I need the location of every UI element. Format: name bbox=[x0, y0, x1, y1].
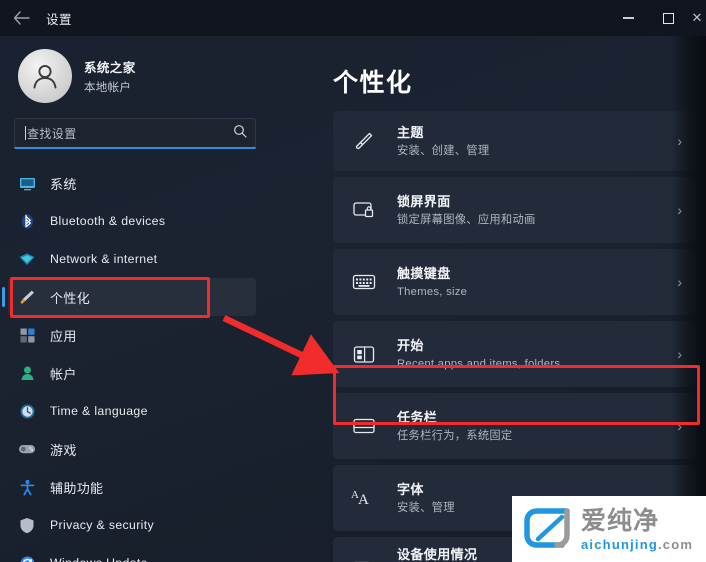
card-title: 主题 bbox=[397, 125, 424, 141]
sidebar-item-accounts[interactable]: 帐户 bbox=[8, 354, 256, 392]
card-title: 触摸键盘 bbox=[397, 266, 451, 282]
sidebar-item-bluetooth-devices[interactable]: Bluetooth & devices bbox=[8, 202, 256, 240]
card-text: 任务栏 任务栏行为，系统固定 bbox=[379, 407, 677, 444]
chevron-right-icon: › bbox=[677, 346, 682, 362]
search-input[interactable]: 查找设置 bbox=[14, 118, 256, 148]
card-subtitle: 任务栏行为，系统固定 bbox=[397, 430, 513, 443]
accessibility-icon bbox=[18, 478, 36, 496]
watermark-brand: 爱纯净 bbox=[581, 505, 660, 535]
bluetooth-icon bbox=[18, 212, 36, 230]
card-text: 锁屏界面 锁定屏幕图像、应用和动画 bbox=[379, 191, 677, 228]
sidebar-item-label: Privacy & security bbox=[50, 518, 155, 532]
watermark-domain: aichunjing.com bbox=[581, 538, 693, 551]
clock-icon bbox=[18, 402, 36, 420]
sidebar-item-label: 游戏 bbox=[50, 442, 77, 458]
maximize-button[interactable] bbox=[648, 0, 688, 36]
sidebar-item-personalization[interactable]: 个性化 bbox=[2, 278, 256, 316]
maximize-icon bbox=[662, 12, 674, 24]
user-avatar-icon bbox=[18, 49, 72, 103]
sidebar-item-gaming[interactable]: 游戏 bbox=[8, 430, 256, 468]
card-title: 开始 bbox=[397, 338, 424, 354]
sidebar-item-windows-update[interactable]: Windows Update bbox=[8, 544, 256, 562]
sidebar-item-label: Bluetooth & devices bbox=[50, 214, 166, 228]
card-subtitle: Recent apps and items, folders bbox=[397, 358, 561, 371]
account-icon bbox=[18, 364, 36, 382]
card-title: 任务栏 bbox=[397, 410, 438, 426]
aichunjing-logo-icon bbox=[520, 502, 574, 557]
close-button[interactable]: ✕ bbox=[688, 0, 706, 36]
page-title: 个性化 bbox=[333, 69, 413, 97]
apps-icon bbox=[18, 326, 36, 344]
chevron-right-icon: › bbox=[677, 133, 682, 149]
brush-icon bbox=[349, 130, 379, 152]
gamepad-icon bbox=[18, 440, 36, 458]
window-title: 设置 bbox=[46, 12, 73, 27]
search-container: 查找设置 bbox=[14, 118, 256, 149]
chevron-right-icon: › bbox=[677, 274, 682, 290]
profile-name: 系统之家 bbox=[84, 61, 136, 75]
shield-icon bbox=[18, 516, 36, 534]
settings-card-taskbar[interactable]: 任务栏 任务栏行为，系统固定 › bbox=[333, 393, 696, 459]
sidebar-item-label: 帐户 bbox=[50, 366, 77, 382]
sidebar-item-privacy-security[interactable]: Privacy & security bbox=[8, 506, 256, 544]
user-profile[interactable]: 系统之家 本地帐户 bbox=[0, 36, 270, 103]
back-arrow-icon[interactable] bbox=[0, 0, 42, 36]
settings-card-lockscreen[interactable]: 锁屏界面 锁定屏幕图像、应用和动画 › bbox=[333, 177, 696, 243]
card-subtitle: 锁定屏幕图像、应用和动画 bbox=[397, 214, 536, 227]
search-placeholder: 查找设置 bbox=[27, 126, 77, 141]
card-subtitle: Themes, size bbox=[397, 286, 468, 299]
profile-account-type: 本地帐户 bbox=[84, 82, 132, 94]
taskbar-icon bbox=[349, 417, 379, 435]
sidebar-item-apps[interactable]: 应用 bbox=[8, 316, 256, 354]
minimize-button[interactable] bbox=[608, 0, 648, 36]
card-title: 锁屏界面 bbox=[397, 194, 451, 210]
sidebar-item-network-internet[interactable]: Network & internet bbox=[8, 240, 256, 278]
chevron-right-icon: › bbox=[677, 418, 682, 434]
network-icon bbox=[18, 250, 36, 268]
watermark-domain-tld: .com bbox=[658, 536, 694, 552]
sidebar-item-accessibility[interactable]: 辅助功能 bbox=[8, 468, 256, 506]
settings-card-start[interactable]: 开始 Recent apps and items, folders › bbox=[333, 321, 696, 387]
settings-card-touch-keyboard[interactable]: 触摸键盘 Themes, size › bbox=[333, 249, 696, 315]
keyboard-icon bbox=[349, 273, 379, 291]
brush-icon bbox=[18, 288, 36, 306]
search-icon[interactable] bbox=[233, 124, 247, 143]
sidebar-item-time-language[interactable]: Time & language bbox=[8, 392, 256, 430]
sidebar-item-label: 个性化 bbox=[50, 290, 91, 306]
monitor-icon bbox=[18, 174, 36, 192]
close-icon: ✕ bbox=[691, 10, 703, 25]
minimize-icon bbox=[622, 17, 634, 19]
settings-card-themes[interactable]: 主题 安装、创建、管理 › bbox=[333, 111, 696, 171]
main-content: 个性化 主题 安装、创建、管理 › 锁屏界面 锁定屏幕图像、应用和动画 › 触摸… bbox=[330, 36, 706, 562]
card-text: 触摸键盘 Themes, size bbox=[379, 263, 677, 300]
sidebar-nav-list: 系统 Bluetooth & devices Network & interne… bbox=[0, 164, 270, 562]
sidebar-item-label: 辅助功能 bbox=[50, 480, 104, 496]
title-bar: 设置 ✕ bbox=[0, 0, 706, 36]
watermark-domain-name: aichunjing bbox=[581, 536, 658, 552]
card-text: 开始 Recent apps and items, folders bbox=[379, 335, 677, 372]
update-icon bbox=[18, 554, 36, 562]
card-text: 主题 安装、创建、管理 bbox=[379, 122, 677, 159]
search-focus-underline bbox=[14, 147, 256, 149]
card-subtitle: 安装、创建、管理 bbox=[397, 145, 490, 158]
text-caret bbox=[25, 126, 26, 140]
settings-window: 设置 ✕ 系统之家 本地帐户 查找设置 系统 Bluetooth & devic… bbox=[0, 0, 706, 562]
sidebar-item-label: Windows Update bbox=[50, 556, 148, 562]
watermark-text: 爱纯净 aichunjing.com bbox=[581, 508, 693, 551]
sidebar: 系统之家 本地帐户 查找设置 系统 Bluetooth & devices Ne… bbox=[0, 36, 270, 562]
sidebar-item-label: 系统 bbox=[50, 176, 77, 192]
sidebar-item-label: Network & internet bbox=[50, 252, 158, 266]
sidebar-item-system[interactable]: 系统 bbox=[8, 164, 256, 202]
sidebar-item-label: 应用 bbox=[50, 328, 77, 344]
fonts-aa-icon: AA bbox=[349, 488, 379, 508]
watermark: 爱纯净 aichunjing.com bbox=[512, 496, 706, 562]
sidebar-item-label: Time & language bbox=[50, 404, 148, 418]
start-icon bbox=[349, 345, 379, 364]
lockscreen-icon bbox=[349, 200, 379, 220]
chevron-right-icon: › bbox=[677, 202, 682, 218]
svg-text:A: A bbox=[358, 492, 369, 508]
